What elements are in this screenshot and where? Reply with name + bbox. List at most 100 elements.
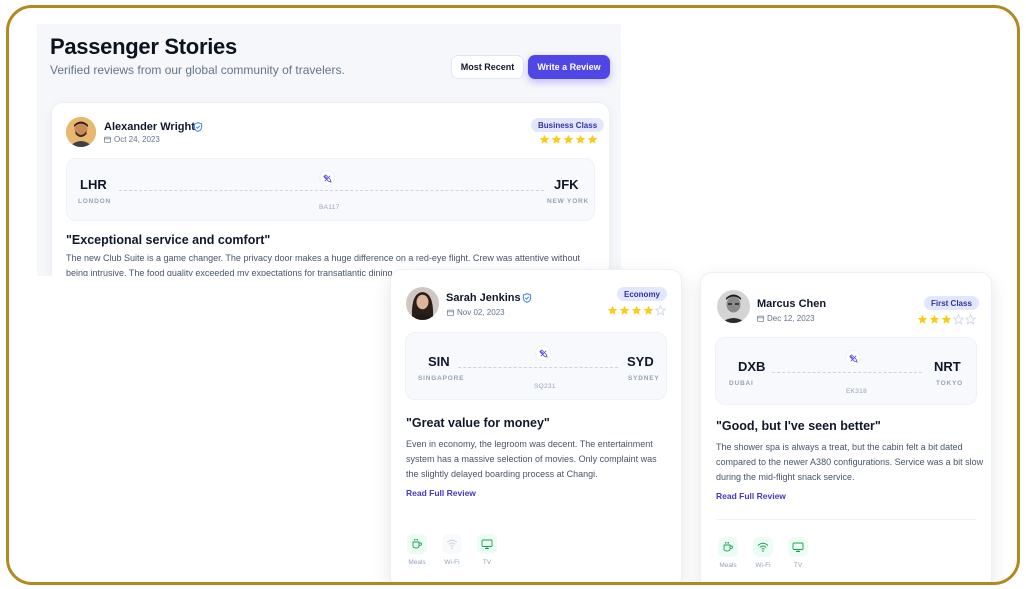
- origin-code: SIN: [428, 354, 450, 369]
- verified-badge-icon: [522, 293, 532, 303]
- review-title: "Exceptional service and comfort": [66, 233, 271, 247]
- star-filled-icon: [619, 305, 630, 315]
- star-empty-icon: [655, 305, 666, 316]
- review-card: Sarah Jenkins Nov 02, 2023 Economy SIN S…: [390, 269, 682, 582]
- review-body: Even in economy, the legroom was decent.…: [406, 439, 657, 479]
- read-full-review-link[interactable]: Read Full Review: [406, 488, 476, 498]
- amenity-meals: Meals: [404, 534, 430, 566]
- amenity-meals: Meals: [715, 537, 741, 569]
- amenity-label: Meals: [719, 562, 737, 569]
- plane-icon: [538, 348, 548, 358]
- plane-badge: [845, 350, 861, 366]
- destination-code: JFK: [554, 177, 579, 192]
- origin-code: LHR: [80, 177, 107, 192]
- destination-city: TOKYO: [936, 380, 963, 387]
- star-rating: [607, 305, 666, 316]
- reviewer-name[interactable]: Sarah Jenkins: [446, 292, 521, 304]
- review-card: Marcus Chen Dec 12, 2023 First Class DXB…: [700, 272, 992, 582]
- review-body: The shower spa is always a treat, but th…: [716, 442, 984, 482]
- amenity-tv: TV: [474, 534, 500, 566]
- review-date-text: Dec 12, 2023: [767, 314, 815, 323]
- star-rating: [917, 314, 976, 325]
- calendar-icon: [757, 315, 764, 322]
- flight-number: EK318: [846, 388, 868, 395]
- origin-city: DUBAI: [729, 380, 754, 387]
- star-empty-icon: [965, 314, 976, 325]
- star-rating: [539, 134, 598, 145]
- star-filled-icon: [917, 314, 928, 324]
- review-date-text: Oct 24, 2023: [114, 135, 160, 144]
- star-filled-icon: [551, 134, 562, 144]
- origin-city: SINGAPORE: [418, 375, 465, 382]
- monitor-icon: [792, 542, 804, 552]
- star-empty-icon: [953, 314, 964, 325]
- star-filled-icon: [575, 134, 586, 144]
- review-date: Oct 24, 2023: [104, 135, 160, 144]
- wifi-icon: [757, 542, 769, 552]
- amenity-label: Wi-Fi: [444, 559, 460, 566]
- destination-code: SYD: [627, 354, 654, 369]
- plane-badge: [535, 345, 551, 361]
- destination-code: NRT: [934, 359, 961, 374]
- read-full-review-link[interactable]: Read Full Review: [716, 491, 786, 501]
- amenity-label: TV: [793, 562, 803, 569]
- amenity-label: TV: [482, 559, 492, 566]
- page-title: Passenger Stories: [50, 34, 237, 59]
- wifi-icon: [446, 539, 458, 549]
- cup-icon: [412, 539, 422, 549]
- review-title: "Good, but I've seen better": [716, 419, 881, 433]
- reviews-panel: Passenger Stories Verified reviews from …: [37, 24, 621, 276]
- star-filled-icon: [929, 314, 940, 324]
- cup-icon: [723, 542, 733, 552]
- sort-most-recent-button[interactable]: Most Recent: [451, 55, 524, 79]
- flight-route: DXB DUBAI EK318 NRT TOKYO: [715, 337, 977, 405]
- page-subtitle: Verified reviews from our global communi…: [50, 63, 345, 77]
- amenity-wifi: Wi-Fi: [750, 537, 776, 569]
- review-title: "Great value for money": [406, 416, 550, 430]
- star-filled-icon: [539, 134, 550, 144]
- amenity-wifi: Wi-Fi: [439, 534, 465, 566]
- star-filled-icon: [587, 134, 598, 144]
- review-card: Alexander Wright Oct 24, 2023 Business C…: [51, 102, 610, 276]
- avatar: [717, 290, 750, 323]
- calendar-icon: [447, 309, 454, 316]
- star-filled-icon: [941, 314, 952, 324]
- reviewer-name[interactable]: Alexander Wright: [104, 121, 195, 133]
- flight-route: LHR LONDON BA117 JFK NEW YORK: [66, 158, 595, 221]
- destination-city: SYDNEY: [628, 375, 660, 382]
- monitor-icon: [481, 539, 493, 549]
- avatar: [406, 287, 439, 320]
- plane-icon: [848, 353, 858, 363]
- divider: [716, 519, 976, 520]
- flight-number: BA117: [319, 204, 340, 211]
- cabin-class-badge: First Class: [924, 296, 979, 310]
- cabin-class-badge: Business Class: [531, 118, 605, 132]
- star-filled-icon: [563, 134, 574, 144]
- review-date: Nov 02, 2023: [447, 308, 505, 317]
- star-filled-icon: [631, 305, 642, 315]
- review-date: Dec 12, 2023: [757, 314, 815, 323]
- screenshot-frame: Passenger Stories Verified reviews from …: [6, 5, 1020, 585]
- star-filled-icon: [607, 305, 618, 315]
- plane-icon: [322, 173, 332, 183]
- flight-route: SIN SINGAPORE SQ231 SYD SYDNEY: [405, 332, 667, 400]
- flight-number: SQ231: [534, 383, 556, 390]
- amenity-tv: TV: [785, 537, 811, 569]
- verified-badge-icon: [193, 122, 203, 132]
- plane-badge: [319, 170, 335, 186]
- cabin-class-badge: Economy: [617, 287, 668, 301]
- amenity-label: Wi-Fi: [755, 562, 771, 569]
- route-line: [772, 372, 922, 373]
- reviewer-name[interactable]: Marcus Chen: [757, 298, 826, 310]
- route-line: [119, 190, 544, 191]
- write-review-button[interactable]: Write a Review: [528, 55, 610, 79]
- avatar: [66, 117, 96, 147]
- origin-city: LONDON: [78, 198, 111, 205]
- destination-city: NEW YORK: [547, 198, 590, 205]
- amenity-label: Meals: [408, 559, 426, 566]
- origin-code: DXB: [738, 359, 766, 374]
- calendar-icon: [104, 136, 111, 143]
- review-date-text: Nov 02, 2023: [457, 308, 505, 317]
- star-filled-icon: [643, 305, 654, 315]
- route-line: [458, 367, 618, 368]
